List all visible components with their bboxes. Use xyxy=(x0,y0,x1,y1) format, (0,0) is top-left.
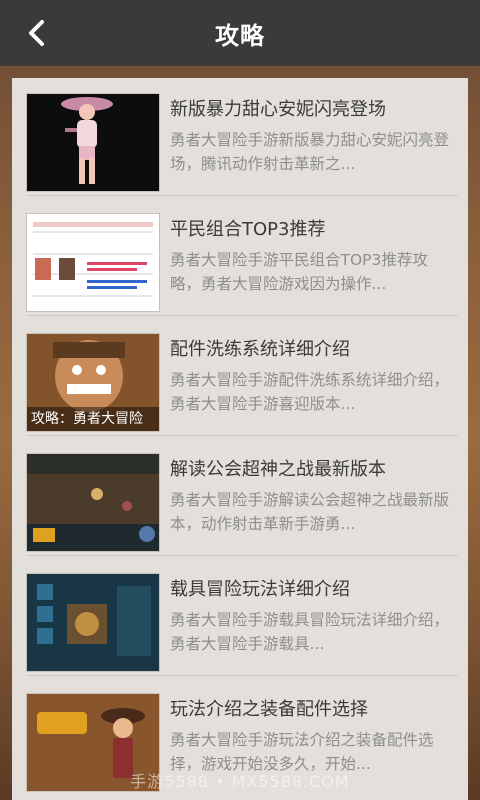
article-title: 解读公会超神之战最新版本 xyxy=(170,459,386,480)
list-item[interactable]: 解读公会超神之战最新版本 勇者大冒险手游解读公会超神之战最新版本，动作射击革新手… xyxy=(12,438,468,556)
watermark: 手游5588 • MX5588.COM xyxy=(130,772,350,791)
article-title: 平民组合TOP3推荐 xyxy=(170,219,326,240)
article-thumbnail xyxy=(26,573,160,672)
divider xyxy=(26,315,458,316)
article-desc: 勇者大冒险手游平民组合TOP3推荐攻略，勇者大冒险游戏因为操作... xyxy=(170,251,428,293)
article-thumbnail: 攻略：勇者大冒险 xyxy=(26,333,160,432)
article-list: 新版暴力甜心安妮闪亮登场 勇者大冒险手游新版暴力甜心安妮闪亮登场，腾讯动作射击革… xyxy=(12,78,468,800)
article-thumbnail xyxy=(26,93,160,192)
back-arrow-icon xyxy=(29,20,44,46)
article-desc: 勇者大冒险手游配件洗练系统详细介绍，勇者大冒险手游喜迎版本... xyxy=(170,371,450,413)
top-bar: 攻略 xyxy=(0,0,480,66)
divider xyxy=(26,555,458,556)
list-item[interactable]: 平民组合TOP3推荐 勇者大冒险手游平民组合TOP3推荐攻略，勇者大冒险游戏因为… xyxy=(12,198,468,316)
article-title: 载具冒险玩法详细介绍 xyxy=(170,579,350,600)
page-title: 攻略 xyxy=(215,21,265,50)
article-title: 玩法介绍之装备配件选择 xyxy=(170,699,368,720)
article-desc: 勇者大冒险手游新版暴力甜心安妮闪亮登场，腾讯动作射击革新之... xyxy=(170,131,450,173)
thumbnail-caption: 攻略：勇者大冒险 xyxy=(27,407,159,431)
divider xyxy=(26,435,458,436)
article-title: 新版暴力甜心安妮闪亮登场 xyxy=(170,99,386,120)
article-thumbnail xyxy=(26,453,160,552)
article-desc: 勇者大冒险手游解读公会超神之战最新版本，动作射击革新手游勇... xyxy=(170,491,450,533)
article-desc: 勇者大冒险手游载具冒险玩法详细介绍，勇者大冒险手游载具... xyxy=(170,611,450,653)
list-item[interactable]: 载具冒险玩法详细介绍 勇者大冒险手游载具冒险玩法详细介绍，勇者大冒险手游载具..… xyxy=(12,558,468,676)
divider xyxy=(26,675,458,676)
article-title: 配件洗练系统详细介绍 xyxy=(170,339,350,360)
back-button[interactable] xyxy=(22,18,52,48)
list-item[interactable]: 新版暴力甜心安妮闪亮登场 勇者大冒险手游新版暴力甜心安妮闪亮登场，腾讯动作射击革… xyxy=(12,78,468,196)
article-thumbnail xyxy=(26,213,160,312)
list-item[interactable]: 攻略：勇者大冒险 配件洗练系统详细介绍 勇者大冒险手游配件洗练系统详细介绍，勇者… xyxy=(12,318,468,436)
divider xyxy=(26,195,458,196)
